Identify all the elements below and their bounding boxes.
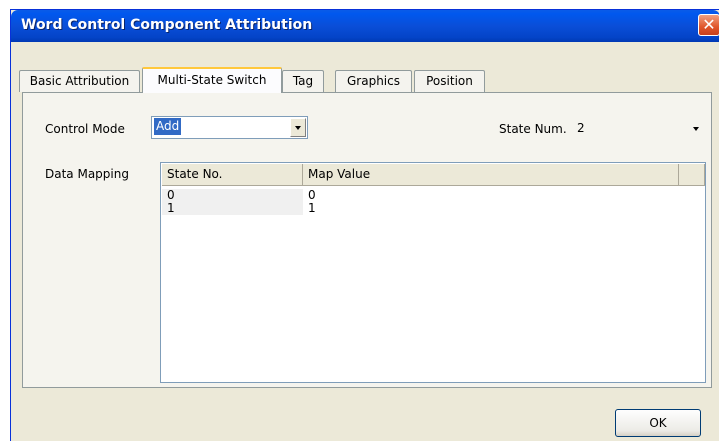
column-header-filler: [679, 164, 705, 186]
cell-state-no: 0: [162, 189, 303, 202]
tab-tag[interactable]: Tag: [282, 70, 324, 92]
ok-button-label: OK: [649, 416, 667, 430]
state-num-select[interactable]: 2: [577, 116, 707, 139]
cell-state-no: 1: [162, 202, 303, 215]
ok-button[interactable]: OK: [615, 409, 701, 437]
title-bar[interactable]: Word Control Component Attribution ✕: [11, 10, 719, 42]
state-num-label: State Num.: [499, 122, 567, 136]
chevron-down-icon: [693, 127, 699, 131]
window-title: Word Control Component Attribution: [21, 17, 313, 33]
tab-basic-attribution[interactable]: Basic Attribution: [19, 70, 140, 92]
tab-multi-state-switch[interactable]: Multi-State Switch: [142, 67, 282, 93]
cell-map-value: 1: [308, 201, 316, 215]
data-mapping-label: Data Mapping: [45, 167, 129, 181]
column-header-label: State No.: [167, 167, 223, 181]
cell-map-value: 0: [308, 188, 316, 202]
tab-label: Position: [426, 74, 473, 88]
state-num-value: 2: [577, 121, 585, 135]
close-button[interactable]: ✕: [698, 14, 719, 36]
data-mapping-table[interactable]: State No. Map Value 0 0 1 1: [160, 162, 706, 383]
close-icon: ✕: [702, 15, 716, 34]
control-mode-dropdown-button[interactable]: [290, 118, 306, 137]
column-header-label: Map Value: [308, 167, 371, 181]
tab-label: Multi-State Switch: [157, 73, 267, 87]
tab-label: Tag: [292, 74, 314, 88]
tab-label: Graphics: [347, 74, 400, 88]
multi-state-switch-panel: Control Mode Add State Num. 2 Data Mappi…: [22, 92, 712, 388]
tab-position[interactable]: Position: [414, 70, 485, 92]
tab-graphics[interactable]: Graphics: [335, 70, 412, 92]
tab-label: Basic Attribution: [29, 74, 130, 88]
chevron-down-icon: [295, 126, 301, 130]
dialog-window: Word Control Component Attribution ✕ Bas…: [10, 9, 719, 441]
column-header-map-value[interactable]: Map Value: [303, 164, 679, 186]
control-mode-value: Add: [154, 118, 182, 135]
control-mode-label: Control Mode: [45, 122, 125, 136]
column-header-state-no[interactable]: State No.: [162, 164, 303, 186]
control-mode-select[interactable]: Add: [151, 116, 308, 139]
